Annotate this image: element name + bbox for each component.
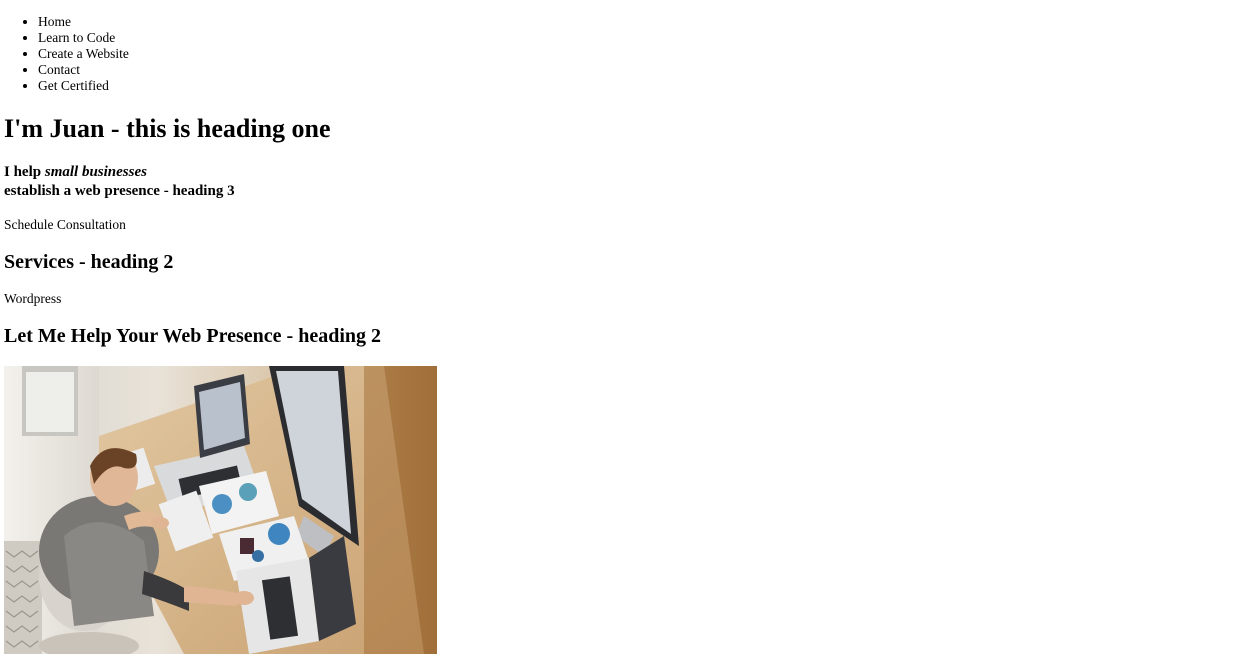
nav-item-get-certified[interactable]: Get Certified — [38, 78, 129, 94]
main-nav: Home Learn to Code Create a Website Cont… — [0, 14, 129, 94]
hero-heading: I'm Juan - this is heading one — [4, 114, 331, 143]
hero-subheading: I help small businesses establish a web p… — [4, 163, 235, 201]
nav-item-home[interactable]: Home — [38, 14, 129, 30]
services-heading: Services - heading 2 — [4, 251, 174, 273]
schedule-consultation-link[interactable]: Schedule Consultation — [4, 217, 126, 233]
service-item-wordpress: Wordpress — [4, 291, 62, 306]
workspace-photo — [4, 366, 437, 654]
hero-sub-emphasis: small businesses — [44, 164, 147, 180]
hero-sub-line2: establish a web presence - heading 3 — [4, 183, 235, 199]
nav-item-create-a-website[interactable]: Create a Website — [38, 46, 129, 62]
help-heading: Let Me Help Your Web Presence - heading … — [4, 325, 382, 347]
nav-item-learn-to-code[interactable]: Learn to Code — [38, 30, 129, 46]
nav-item-contact[interactable]: Contact — [38, 62, 129, 78]
hero-sub-prefix: I help — [4, 164, 45, 180]
